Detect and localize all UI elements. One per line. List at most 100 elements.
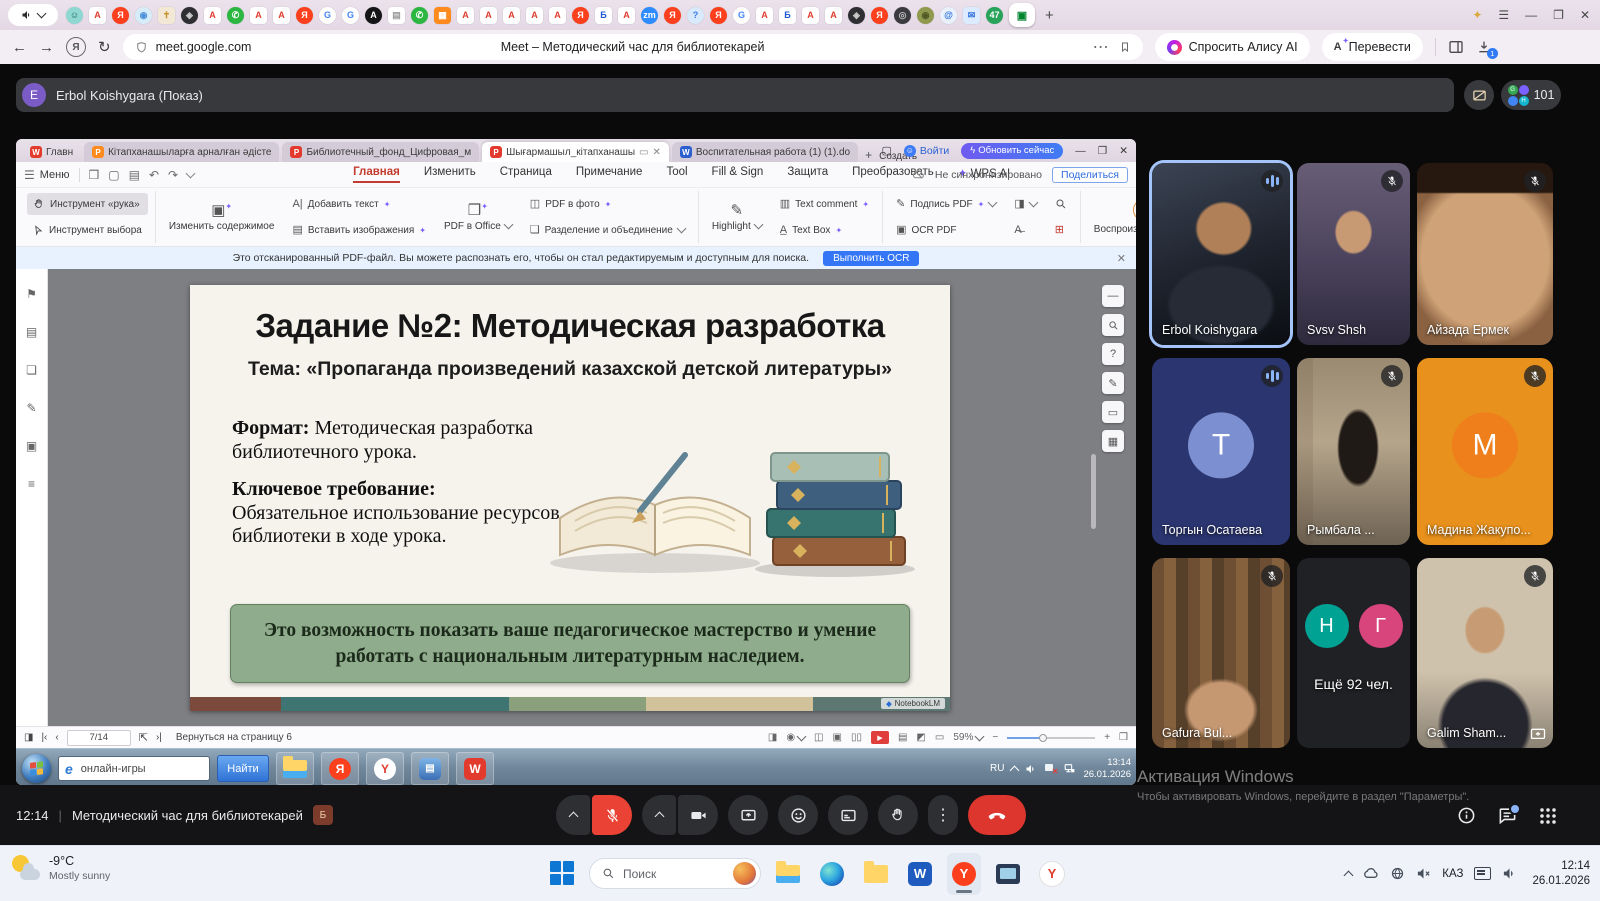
wps-ribbon-tab[interactable]: Tool [666,166,687,183]
redo-icon[interactable]: ↷ [168,168,178,182]
continuous-view-icon[interactable]: ◫ [814,732,823,743]
pinned-tab[interactable]: A [365,7,382,24]
camera-toggle-button[interactable] [678,795,718,835]
yandex-home-button[interactable]: Я [66,37,86,57]
participant-tile[interactable]: Gafura Bul... [1152,558,1290,748]
pinned-tab[interactable]: A [756,7,773,24]
captions-button[interactable] [828,795,868,835]
page-cursor-icon[interactable]: ⇱ [139,731,148,744]
participant-tile[interactable]: Рымбала ... [1297,358,1410,545]
wps-ribbon-tab[interactable]: Защита [787,166,828,183]
grid-view-icon[interactable]: ▦ [1102,430,1124,452]
participant-tile[interactable]: Айзада Ермек [1417,163,1553,345]
annotate-icon[interactable]: ✎ [1102,372,1124,394]
wps-ribbon-tab[interactable]: Страница [500,166,552,183]
crop-pdf-button[interactable]: ⊞ [1049,219,1073,241]
mute-icon[interactable] [1416,866,1431,881]
win7-explorer-button[interactable] [276,752,314,785]
ask-alice-button[interactable]: Спросить Алису AI [1155,33,1310,61]
pdf-to-office-button[interactable]: ❒✦PDF в Office [438,203,518,232]
start-button[interactable] [545,853,579,895]
downloads-button[interactable]: 1 [1476,39,1492,55]
tab-audio-button[interactable] [8,4,58,26]
wps-doc-tab-2[interactable]: P Библиотечный_фонд_Цифровая_м [282,142,479,162]
pinned-tab[interactable]: A [503,7,520,24]
taskbar-clock[interactable]: 12:14 26.01.2026 [1532,859,1590,889]
browser-menu-icon[interactable]: ☰ [1498,8,1509,22]
pinned-tab[interactable]: ▦ [434,7,451,24]
pinned-tab[interactable]: ✉ [963,7,980,24]
save-icon[interactable]: ▢ [108,168,119,182]
doc-scrollbar[interactable] [1091,454,1096,529]
back-button[interactable]: ← [12,39,27,56]
tray-chevron-icon[interactable] [1344,870,1354,880]
volume-icon[interactable] [1502,866,1517,881]
pinned-tab[interactable]: ✆ [227,7,244,24]
pinned-tab[interactable]: Я [664,7,681,24]
taskbar-word[interactable]: W [903,853,937,895]
pinned-tab[interactable]: G [342,7,359,24]
change-layout-button[interactable] [1464,80,1494,110]
pinned-tab[interactable]: Я [871,7,888,24]
wps-ribbon-tab[interactable]: Главная [353,166,400,183]
pinned-tab[interactable]: ▤ [388,7,405,24]
zoom-slider[interactable] [1007,737,1095,739]
next-page-button[interactable]: ›| [156,732,162,743]
undo-icon[interactable]: ↶ [149,168,159,182]
win7-search-input[interactable] [79,762,183,776]
image-tools-button[interactable]: ◨ [1008,193,1042,215]
taskbar-file-explorer[interactable] [771,853,805,895]
taskbar-display-app[interactable] [991,853,1025,895]
pinned-tab[interactable]: ◉ [917,7,934,24]
pinned-tab[interactable]: ▣ [1009,3,1035,27]
raise-hand-button[interactable] [878,795,918,835]
pinned-tab[interactable]: Б [595,7,612,24]
wps-ribbon-tab[interactable]: Изменить [424,166,476,183]
presenter-banner[interactable]: E Erbol Koishygara (Показ) [16,78,1454,112]
wps-window-icon[interactable]: ▢ [881,144,891,157]
pinned-tab[interactable]: 47 [986,7,1003,24]
zoom-minus-button[interactable]: − [992,732,998,743]
text-comment-button[interactable]: ▥Text comment✦ [774,193,875,215]
taskbar-search[interactable]: Поиск [589,858,761,889]
pinned-tab[interactable]: A [457,7,474,24]
run-ocr-button[interactable]: Выполнить OCR [823,251,919,266]
taskbar-edge[interactable] [815,853,849,895]
add-text-button[interactable]: A|Добавить текст✦ [286,193,432,215]
chat-button[interactable] [1498,806,1517,825]
help-icon[interactable]: ? [1102,343,1124,365]
wps-home-tab[interactable]: W Главн [22,142,81,162]
wps-ribbon-tab[interactable]: Fill & Sign [712,166,764,183]
ocr-pdf-button[interactable]: ▣OCR PDF [890,219,1002,241]
page-view-icon[interactable]: ▭ [1102,401,1124,423]
insert-image-button[interactable]: ▤Вставить изображения✦ [286,219,432,241]
close-tab-icon[interactable]: ✕ [653,147,661,158]
pinned-tab[interactable]: G [733,7,750,24]
wps-share-button[interactable]: Поделиться [1052,167,1128,183]
more-actions-icon[interactable]: ⋯ [1093,37,1109,57]
taskbar-yandex-app[interactable]: Y [1035,853,1069,895]
translate-pdf-button[interactable]: A̶ [1008,219,1042,241]
alice-spark-icon[interactable]: ✦ [1472,8,1482,22]
side-panel-icon[interactable] [1448,39,1464,55]
play-slide-button[interactable]: ▶Воспроизвести слайд [1088,199,1136,235]
win7-wps-button[interactable]: W [456,752,494,785]
status-zoom-select[interactable]: 59% [953,732,983,743]
fit-screen-icon[interactable]: ◩ [916,732,925,743]
network-icon[interactable] [1390,866,1405,881]
more-options-button[interactable]: ⋮ [928,795,958,835]
pinned-tab[interactable]: A [204,7,221,24]
wps-menu-button[interactable]: ☰Меню [24,168,70,182]
pinned-tab[interactable]: G [319,7,336,24]
thumbnails-panel-icon[interactable]: ▤ [26,325,37,339]
split-merge-button[interactable]: ❏Разделение и объединение [524,219,691,241]
pinned-tab[interactable]: @ [940,7,957,24]
sign-pdf-button[interactable]: ✎Подпись PDF✦ [890,193,1002,215]
participant-tile[interactable]: M Мадина Жакупо... [1417,358,1553,545]
collapse-icon[interactable]: — [1102,285,1124,307]
pinned-tab[interactable]: A [825,7,842,24]
pin-tab-icon[interactable]: ▭ [639,147,648,158]
wps-close-button[interactable]: ✕ [1119,145,1128,157]
restore-button[interactable]: ❐ [1553,8,1564,22]
pinned-tab[interactable]: Я [710,7,727,24]
